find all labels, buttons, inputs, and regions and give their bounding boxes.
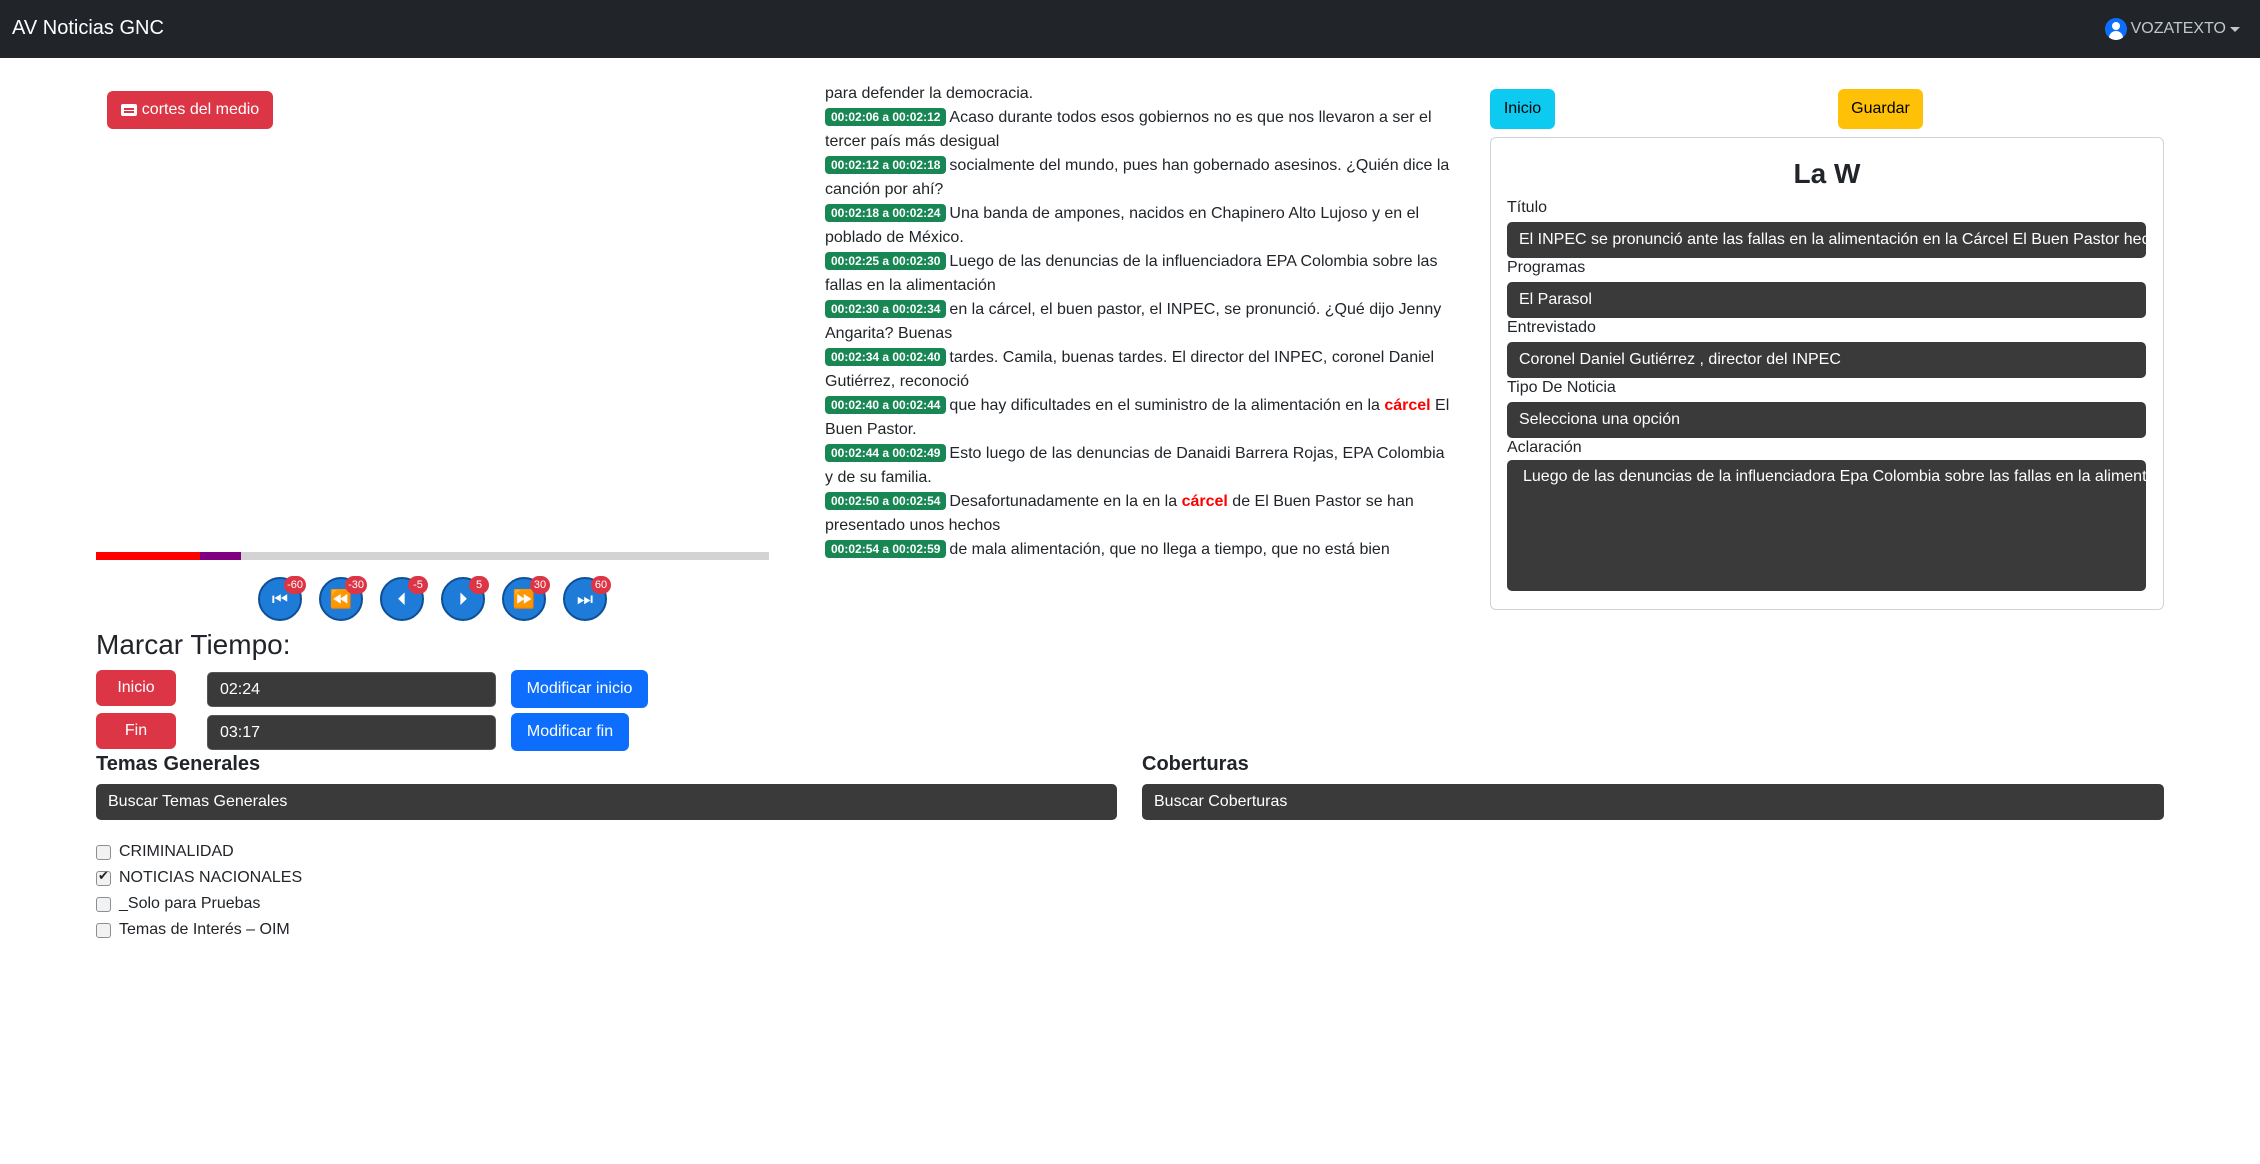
chevron-down-icon xyxy=(2230,26,2240,32)
inicio-time-field[interactable]: 02:24 xyxy=(207,672,496,707)
timeline-played xyxy=(96,552,201,560)
aclaracion-label: Aclaración xyxy=(1507,439,1582,456)
transcript-segment[interactable]: 00:02:40 a 00:02:44 que hay dificultades … xyxy=(825,394,1450,442)
tema-label: _Solo para Pruebas xyxy=(119,895,261,912)
transcript-lead: para defender la democracia. xyxy=(825,85,1034,102)
transcript-segment[interactable]: 00:02:54 a 00:02:59 de mala alimentación,… xyxy=(825,538,1450,562)
step-forward-icon: ⏵ xyxy=(458,588,468,610)
temas-search-input[interactable]: Buscar Temas Generales xyxy=(96,784,1117,820)
guardar-button[interactable]: Guardar xyxy=(1838,89,1923,129)
tema-label: NOTICIAS NACIONALES xyxy=(119,869,303,886)
transcript-text: que hay dificultades en el suministro de… xyxy=(949,397,1385,414)
timestamp-badge[interactable]: 00:02:54 a 00:02:59 xyxy=(825,540,947,558)
modificar-fin-button[interactable]: Modificar fin xyxy=(511,713,629,751)
user-menu[interactable]: VOZATEXTO xyxy=(2104,18,2240,40)
app-brand[interactable]: AV Noticias GNC xyxy=(12,17,164,40)
tipo-noticia-select[interactable]: Selecciona una opción xyxy=(1507,402,2146,438)
timeline-selected-segment xyxy=(200,552,241,560)
transcript-segment[interactable]: 00:02:30 a 00:02:34 en la cárcel, el buen… xyxy=(825,298,1450,346)
media-timeline[interactable] xyxy=(96,552,769,560)
back-5-button[interactable]: ⏴ -5 xyxy=(380,576,428,621)
transcript-text: Desafortunadamente en la en la xyxy=(949,493,1182,510)
tema-option[interactable]: _Solo para Pruebas xyxy=(96,895,260,913)
timestamp-badge[interactable]: 00:02:06 a 00:02:12 xyxy=(825,108,947,126)
programas-label: Programas xyxy=(1507,259,1586,276)
top-navbar: AV Noticias GNC VOZATEXTO xyxy=(0,0,2260,58)
marcar-tiempo-heading: Marcar Tiempo: xyxy=(96,629,291,660)
coberturas-search-input[interactable]: Buscar Coberturas xyxy=(1142,784,2164,820)
forward-5-button[interactable]: ⏵ 5 xyxy=(441,576,489,621)
forward-60-button[interactable]: ⏭ 60 xyxy=(563,576,611,621)
fin-time-field[interactable]: 03:17 xyxy=(207,715,496,750)
transcript-segment[interactable]: 00:02:34 a 00:02:40 tardes. Camila, buena… xyxy=(825,346,1450,394)
timestamp-badge[interactable]: 00:02:30 a 00:02:34 xyxy=(825,300,947,318)
tema-option[interactable]: NOTICIAS NACIONALES xyxy=(96,869,302,887)
fast-forward-icon: ⏩ xyxy=(512,588,536,610)
tema-option[interactable]: CRIMINALIDAD xyxy=(96,843,234,861)
tema-label: Temas de Interés – OIM xyxy=(119,921,290,938)
back-30-button[interactable]: ⏪ -30 xyxy=(319,576,367,621)
transcript-segment[interactable]: 00:02:12 a 00:02:18 socialmente del mundo… xyxy=(825,154,1450,202)
news-form-card: La W Título El INPEC se pronunció ante l… xyxy=(1490,137,2164,610)
inicio-nav-button[interactable]: Inicio xyxy=(1490,89,1555,129)
seek-amount-badge: 30 xyxy=(530,576,550,594)
cortes-del-medio-button[interactable]: cortes del medio xyxy=(107,91,273,129)
transcript-segment[interactable]: 00:02:44 a 00:02:49 Esto luego de las den… xyxy=(825,442,1450,490)
medio-title: La W xyxy=(1793,158,1861,189)
tipo-noticia-label: Tipo De Noticia xyxy=(1507,379,1616,396)
entrevistado-input[interactable]: Coronel Daniel Gutiérrez , director del … xyxy=(1507,342,2146,378)
tema-checkbox[interactable] xyxy=(96,896,111,912)
seek-amount-badge: 5 xyxy=(469,576,489,594)
timestamp-badge[interactable]: 00:02:25 a 00:02:30 xyxy=(825,252,947,270)
transcript-text: de mala alimentación, que no llega a tie… xyxy=(949,541,1390,558)
back-60-button[interactable]: ⏮ -60 xyxy=(258,576,306,621)
closed-captions-icon xyxy=(120,104,137,116)
timestamp-badge[interactable]: 00:02:12 a 00:02:18 xyxy=(825,156,947,174)
keyword-highlight: cárcel xyxy=(1181,493,1228,510)
tema-label: CRIMINALIDAD xyxy=(119,843,234,860)
step-back-icon: ⏴ xyxy=(397,588,407,610)
fin-mark-button[interactable]: Fin xyxy=(96,713,176,749)
timestamp-badge[interactable]: 00:02:40 a 00:02:44 xyxy=(825,396,947,414)
timestamp-badge[interactable]: 00:02:34 a 00:02:40 xyxy=(825,348,947,366)
inicio-mark-button[interactable]: Inicio xyxy=(96,670,176,706)
tema-checkbox[interactable] xyxy=(96,922,111,938)
titulo-input[interactable]: El INPEC se pronunció ante las fallas en… xyxy=(1507,222,2146,258)
transcript-panel[interactable]: para defender la democracia. 00:02:06 a … xyxy=(825,82,1450,574)
entrevistado-label: Entrevistado xyxy=(1507,319,1596,336)
temas-generales-heading: Temas Generales xyxy=(96,753,261,775)
forward-30-button[interactable]: ⏩ 30 xyxy=(502,576,550,621)
tema-checkbox[interactable] xyxy=(96,869,111,886)
coberturas-heading: Coberturas xyxy=(1142,753,1249,775)
transcript-segment[interactable]: 00:02:25 a 00:02:30 Luego de las denuncia… xyxy=(825,250,1450,298)
user-name: VOZATEXTO xyxy=(2130,20,2226,37)
cortes-label: cortes del medio xyxy=(141,101,260,118)
seek-amount-badge: -60 xyxy=(284,576,306,594)
seek-amount-badge: -30 xyxy=(345,576,367,594)
tema-checkbox[interactable] xyxy=(96,844,111,860)
transcript-segment[interactable]: 00:02:50 a 00:02:54 Desafortunadamente en… xyxy=(825,490,1450,538)
transcript-segment[interactable]: 00:02:06 a 00:02:12 Acaso durante todos e… xyxy=(825,106,1450,154)
skip-start-icon: ⏮ xyxy=(271,588,289,610)
programas-input[interactable]: El Parasol xyxy=(1507,282,2146,318)
skip-end-icon: ⏭ xyxy=(576,588,594,610)
tema-option[interactable]: Temas de Interés – OIM xyxy=(96,921,290,939)
timestamp-badge[interactable]: 00:02:18 a 00:02:24 xyxy=(825,204,947,222)
titulo-label: Título xyxy=(1507,199,1548,216)
user-avatar-icon xyxy=(2104,18,2127,40)
timestamp-badge[interactable]: 00:02:44 a 00:02:49 xyxy=(825,444,947,462)
timestamp-badge[interactable]: 00:02:50 a 00:02:54 xyxy=(825,492,947,510)
aclaracion-textarea[interactable]: Luego de las denuncias de la influenciad… xyxy=(1507,460,2146,591)
seek-amount-badge: 60 xyxy=(591,576,611,594)
seek-amount-badge: -5 xyxy=(408,576,428,594)
keyword-highlight: cárcel xyxy=(1384,397,1431,414)
transcript-segment[interactable]: 00:02:18 a 00:02:24 Una banda de ampones,… xyxy=(825,202,1450,250)
modificar-inicio-button[interactable]: Modificar inicio xyxy=(511,670,648,708)
